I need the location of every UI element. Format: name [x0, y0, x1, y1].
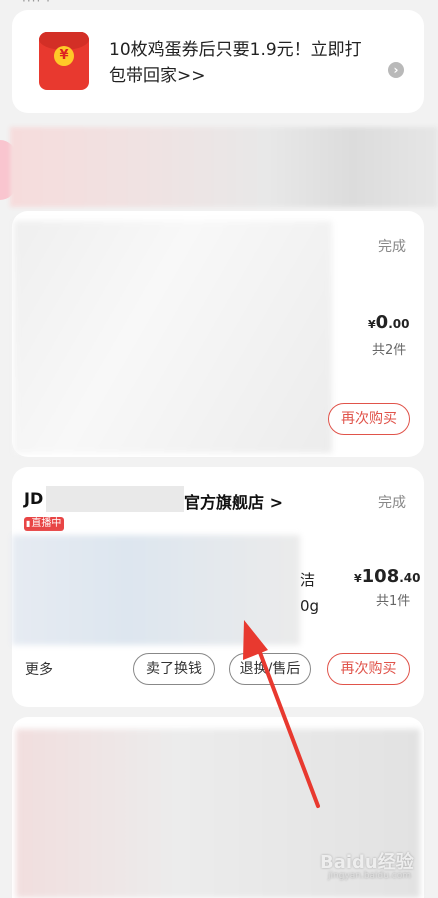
watermark-url: jingyan.baidu.com — [328, 871, 412, 881]
watermark: Baidu经验 jingyan.baidu.com — [320, 848, 414, 881]
annotation-arrow-icon — [243, 620, 320, 808]
